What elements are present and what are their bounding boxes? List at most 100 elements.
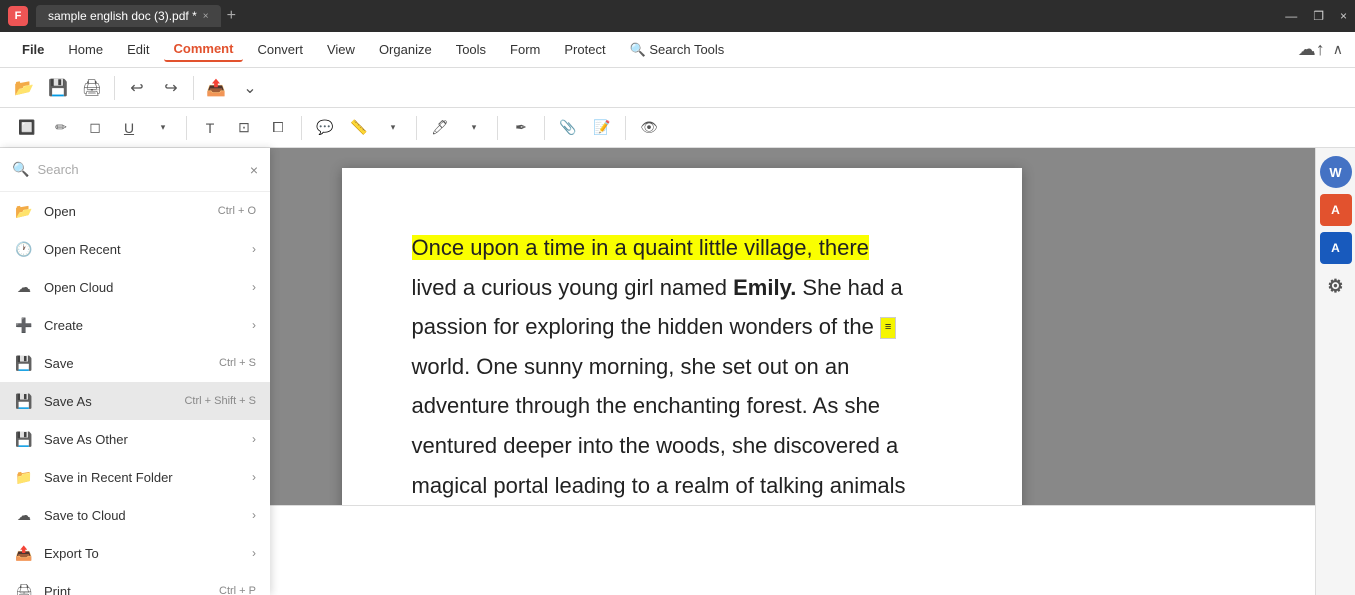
callout-tool[interactable]: ⧠ bbox=[263, 113, 293, 143]
open-icon: 📂 bbox=[14, 201, 34, 221]
dropdown-indicator[interactable]: ▾ bbox=[148, 113, 178, 143]
save-recent-folder-arrow: › bbox=[252, 470, 256, 484]
print-icon: 🖨 bbox=[14, 581, 34, 595]
share-button[interactable]: 📤 bbox=[200, 72, 232, 104]
create-label: Create bbox=[44, 318, 242, 333]
ms-icon[interactable]: A bbox=[1320, 232, 1352, 264]
save-as-other-icon: 💾 bbox=[14, 429, 34, 449]
toolbar: 📂 💾 🖨 ↩ ↪ 📤 ⌄ bbox=[0, 68, 1355, 108]
menu-home[interactable]: Home bbox=[58, 38, 113, 61]
new-tab-button[interactable]: + bbox=[227, 7, 236, 25]
menu-item-open-recent[interactable]: 🕐 Open Recent › bbox=[0, 230, 270, 268]
annot-separator-5 bbox=[544, 116, 545, 140]
pdf-content: Once upon a time in a quaint little vill… bbox=[412, 228, 952, 505]
menu-convert[interactable]: Convert bbox=[247, 38, 313, 61]
menu-item-save-recent-folder[interactable]: 📁 Save in Recent Folder › bbox=[0, 458, 270, 496]
text-tool[interactable]: T bbox=[195, 113, 225, 143]
menu-item-save-as[interactable]: 💾 Save As Ctrl + Shift + S bbox=[0, 382, 270, 420]
annot-separator-2 bbox=[301, 116, 302, 140]
menu-item-create[interactable]: ➕ Create › bbox=[0, 306, 270, 344]
pdf-paragraph-1: Once upon a time in a quaint little vill… bbox=[412, 228, 952, 268]
cloud-upload-button[interactable]: ☁↑ bbox=[1298, 39, 1325, 60]
menu-form[interactable]: Form bbox=[500, 38, 550, 61]
minimize-button[interactable]: — bbox=[1285, 9, 1297, 23]
menu-protect[interactable]: Protect bbox=[554, 38, 615, 61]
tab-label: sample english doc (3).pdf * bbox=[48, 9, 197, 23]
highlight-tool[interactable]: ✏ bbox=[46, 113, 76, 143]
redo-button[interactable]: ↪ bbox=[155, 72, 187, 104]
underline-tool[interactable]: U bbox=[114, 113, 144, 143]
menu-organize[interactable]: Organize bbox=[369, 38, 442, 61]
window-controls: — ❐ × bbox=[1285, 9, 1347, 23]
ribbon-collapse-button[interactable]: ∧ bbox=[1333, 41, 1343, 58]
file-menu-list: 📂 Open Ctrl + O 🕐 Open Recent › ☁ Open C… bbox=[0, 192, 270, 595]
menu-view[interactable]: View bbox=[317, 38, 365, 61]
ai-assistant-icon[interactable]: A bbox=[1320, 194, 1352, 226]
menu-file[interactable]: File bbox=[12, 38, 54, 61]
menu-item-save-as-other[interactable]: 💾 Save As Other › bbox=[0, 420, 270, 458]
measure-tool[interactable]: 📏 bbox=[344, 113, 374, 143]
pdf-text-normal-6: ventured deeper into the woods, she disc… bbox=[412, 433, 899, 458]
annot-separator-1 bbox=[186, 116, 187, 140]
active-tab[interactable]: sample english doc (3).pdf * × bbox=[36, 5, 221, 27]
attachment-tool[interactable]: 📎 bbox=[553, 113, 583, 143]
annot-separator-6 bbox=[625, 116, 626, 140]
save-recent-folder-icon: 📁 bbox=[14, 467, 34, 487]
textbox-tool[interactable]: ⊡ bbox=[229, 113, 259, 143]
open-button[interactable]: 📂 bbox=[8, 72, 40, 104]
pdf-text-emily: Emily. bbox=[733, 275, 796, 300]
preview-tool[interactable]: 👁 bbox=[634, 113, 664, 143]
menu-edit[interactable]: Edit bbox=[117, 38, 159, 61]
save-as-other-label: Save As Other bbox=[44, 432, 242, 447]
open-shortcut: Ctrl + O bbox=[218, 205, 256, 217]
menu-item-save-to-cloud[interactable]: ☁ Save to Cloud › bbox=[0, 496, 270, 534]
select-tool[interactable]: 🔲 bbox=[12, 113, 42, 143]
save-button[interactable]: 💾 bbox=[42, 72, 74, 104]
menu-tools[interactable]: Tools bbox=[446, 38, 496, 61]
pdf-text-normal-4: world. One sunny morning, she set out on… bbox=[412, 354, 850, 379]
close-window-button[interactable]: × bbox=[1340, 9, 1347, 23]
menu-comment[interactable]: Comment bbox=[164, 37, 244, 62]
stamp-tool[interactable]: 🖊 bbox=[425, 113, 455, 143]
pdf-paragraph-7: magical portal leading to a realm of tal… bbox=[412, 466, 952, 506]
save-label: Save bbox=[44, 356, 209, 371]
pdf-text-highlight-1: Once upon a time in a quaint little vill… bbox=[412, 235, 869, 260]
menu-item-open-cloud[interactable]: ☁ Open Cloud › bbox=[0, 268, 270, 306]
sidebar-right: W A A ⚙ bbox=[1315, 148, 1355, 595]
create-icon: ➕ bbox=[14, 315, 34, 335]
save-shortcut: Ctrl + S bbox=[219, 357, 256, 369]
print-button[interactable]: 🖨 bbox=[76, 72, 108, 104]
pdf-paragraph-4: world. One sunny morning, she set out on… bbox=[412, 347, 952, 387]
menu-item-save[interactable]: 💾 Save Ctrl + S bbox=[0, 344, 270, 382]
word-integration-icon[interactable]: W bbox=[1320, 156, 1352, 188]
eraser-tool[interactable]: ◻ bbox=[80, 113, 110, 143]
open-recent-arrow: › bbox=[252, 242, 256, 256]
toolbar-separator-1 bbox=[114, 76, 115, 100]
save-as-icon: 💾 bbox=[14, 391, 34, 411]
undo-button[interactable]: ↩ bbox=[121, 72, 153, 104]
menu-item-open[interactable]: 📂 Open Ctrl + O bbox=[0, 192, 270, 230]
note-tool[interactable]: 📝 bbox=[587, 113, 617, 143]
pdf-text-normal-1: lived a curious young girl named bbox=[412, 275, 734, 300]
export-to-arrow: › bbox=[252, 546, 256, 560]
tab-close-button[interactable]: × bbox=[203, 11, 209, 22]
right-settings-icon[interactable]: ⚙ bbox=[1320, 270, 1352, 302]
file-menu-dropdown: 🔍 Search × 📂 Open Ctrl + O 🕐 Open Recent… bbox=[0, 148, 270, 595]
dropdown-close-button[interactable]: × bbox=[250, 162, 258, 178]
save-recent-folder-label: Save in Recent Folder bbox=[44, 470, 242, 485]
measure-dropdown[interactable]: ▾ bbox=[378, 113, 408, 143]
signature-tool[interactable]: ✒ bbox=[506, 113, 536, 143]
save-to-cloud-label: Save to Cloud bbox=[44, 508, 242, 523]
comment-tool[interactable]: 💬 bbox=[310, 113, 340, 143]
menu-item-export-to[interactable]: 📤 Export To › bbox=[0, 534, 270, 572]
maximize-button[interactable]: ❐ bbox=[1313, 9, 1324, 23]
stamp-dropdown[interactable]: ▾ bbox=[459, 113, 489, 143]
more-button[interactable]: ⌄ bbox=[234, 72, 266, 104]
pdf-note-marker: ≡ bbox=[880, 317, 896, 339]
save-to-cloud-arrow: › bbox=[252, 508, 256, 522]
menu-item-print[interactable]: 🖨 Print Ctrl + P bbox=[0, 572, 270, 595]
print-shortcut: Ctrl + P bbox=[219, 585, 256, 595]
menu-search-tools[interactable]: 🔍 Search Tools bbox=[620, 38, 735, 62]
dropdown-header: 🔍 Search × bbox=[0, 148, 270, 192]
pdf-text-normal-2: She had a bbox=[796, 275, 902, 300]
